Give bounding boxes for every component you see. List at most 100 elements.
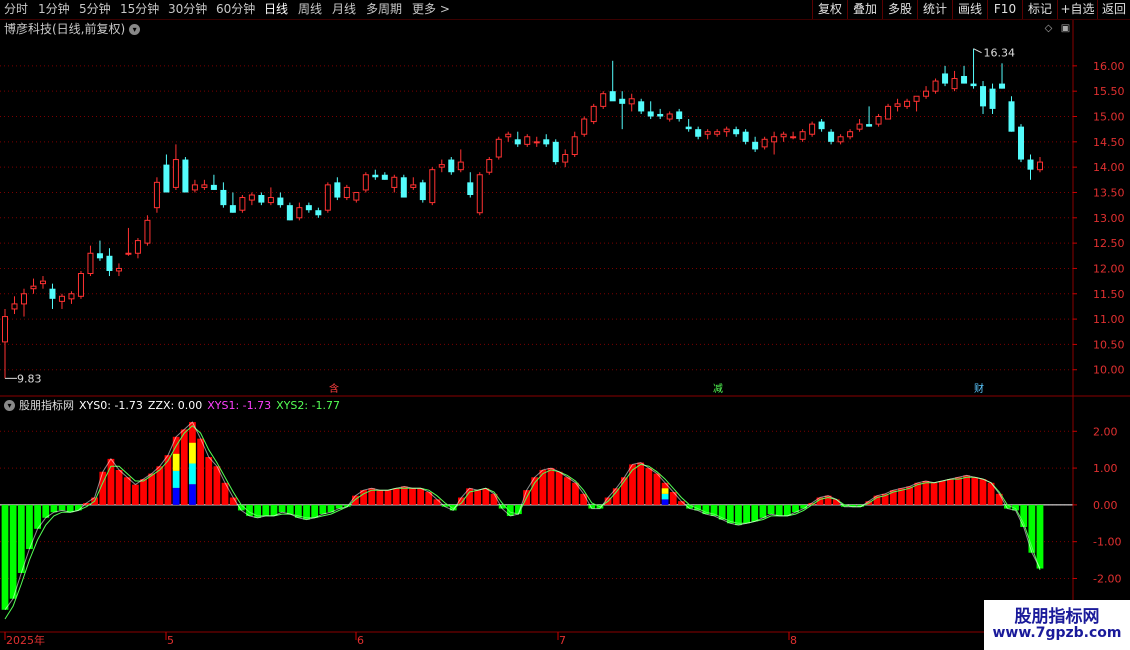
toolbar-button-4[interactable]: 画线	[952, 0, 987, 19]
candle-body	[58, 295, 65, 302]
signal-bar-yellow	[189, 442, 196, 464]
candle-body	[438, 164, 445, 168]
indicator-bar	[653, 473, 661, 505]
indicator-tick-label: 1.00	[1093, 462, 1118, 475]
toolbar-button-0[interactable]: 复权	[812, 0, 847, 19]
period-tab-10[interactable]: 更多 >	[412, 0, 450, 19]
indicator-bar	[417, 488, 425, 505]
indicator-bar	[580, 493, 587, 505]
indicator-bar	[645, 468, 653, 505]
indicator-bar	[278, 504, 286, 513]
candle-body	[761, 138, 768, 148]
indicator-bar	[66, 504, 74, 513]
indicator-bar	[140, 479, 147, 505]
indicator-bar	[1, 504, 9, 610]
candle-body	[932, 80, 939, 92]
indicator-header: ▾ 股朋指标网 XYS0: -1.73 ZZX: 0.00 XYS1: -1.73 XYS…	[4, 398, 340, 414]
xys2-line	[4, 425, 1041, 620]
watermark: 股朋指标网 www.7gpzb.com	[984, 600, 1130, 650]
candle-body	[87, 252, 94, 275]
toolbar-button-7[interactable]: +自选	[1057, 0, 1097, 19]
period-tab-0[interactable]: 分时	[4, 0, 28, 19]
candle-body	[96, 253, 103, 259]
period-tab-9[interactable]: 多周期	[366, 0, 402, 19]
signal-bar-blue	[172, 487, 180, 505]
signal-bar-yellow	[661, 488, 669, 494]
candle-body	[571, 136, 578, 155]
toolbar-button-2[interactable]: 多股	[882, 0, 917, 19]
candle-body	[533, 141, 540, 144]
indicator-bar	[205, 457, 213, 505]
candle-body	[752, 141, 759, 150]
candle-body	[191, 184, 198, 191]
candle-body	[733, 129, 740, 135]
indicator-bar	[539, 469, 547, 505]
toolbar-button-6[interactable]: 标记	[1022, 0, 1057, 19]
indicator-bar	[123, 477, 131, 505]
date-label: 6	[357, 634, 364, 647]
candle-body	[476, 174, 483, 214]
candle-body	[799, 131, 806, 140]
candle-body	[875, 116, 882, 125]
candle-body	[970, 83, 977, 87]
candle-body	[590, 105, 597, 123]
indicator-name: 股朋指标网	[19, 399, 74, 412]
xys1-line	[4, 421, 1041, 611]
indicator-bar	[50, 504, 58, 513]
indicator-bar	[392, 488, 400, 505]
candle-body	[305, 205, 312, 211]
period-tab-7[interactable]: 周线	[298, 0, 322, 19]
candle-body	[657, 113, 664, 117]
candle-body	[286, 205, 293, 221]
candle-body	[391, 176, 398, 188]
toolbar-button-3[interactable]: 统计	[917, 0, 952, 19]
signal-bar-blue	[661, 499, 669, 505]
candle-body	[790, 136, 797, 139]
candle-body	[562, 153, 569, 163]
price-tick-label: 13.00	[1093, 212, 1125, 225]
candle-body	[372, 174, 379, 178]
period-tab-5[interactable]: 60分钟	[216, 0, 255, 19]
candle-body	[1027, 159, 1034, 170]
chevron-down-icon[interactable]: ▾	[4, 400, 15, 411]
indicator-bar	[922, 480, 930, 505]
candle-body	[989, 88, 996, 109]
candle-body	[172, 159, 179, 188]
candle-body	[723, 128, 730, 133]
indicator-bar	[971, 477, 979, 505]
period-tab-3[interactable]: 15分钟	[120, 0, 159, 19]
candle-body	[619, 98, 626, 104]
period-tab-6[interactable]: 日线	[264, 0, 288, 19]
candle-body	[343, 186, 350, 199]
candle-body	[353, 191, 360, 201]
candle-body	[362, 174, 369, 191]
period-tab-4[interactable]: 30分钟	[168, 0, 207, 19]
indicator-tick-label: 0.00	[1093, 499, 1118, 512]
candle-body	[638, 101, 645, 112]
candle-body	[2, 316, 8, 343]
period-tab-1[interactable]: 1分钟	[38, 0, 70, 19]
candle-body	[77, 273, 84, 297]
period-tab-2[interactable]: 5分钟	[79, 0, 111, 19]
candle-body	[818, 121, 825, 130]
chart-canvas[interactable]: 16.00 15.50 15.00 14.50 14.00 13.50 13.00 12.50…	[0, 20, 1130, 650]
signal-bar-yellow	[172, 453, 180, 471]
candle-body	[904, 100, 911, 107]
signal-bar-cyan	[189, 463, 196, 485]
candle-body	[30, 285, 37, 290]
toolbar-button-5[interactable]: F10	[987, 0, 1022, 19]
candle-body	[714, 131, 721, 135]
toolbar-button-8[interactable]: 返回	[1097, 0, 1130, 19]
period-tab-8[interactable]: 月线	[332, 0, 356, 19]
candle-body	[514, 139, 521, 145]
indicator-bar	[384, 490, 392, 505]
watermark-url: www.7gpzb.com	[992, 625, 1122, 641]
candle-body	[296, 207, 303, 219]
candle-body	[467, 182, 474, 196]
xys0-value: XYS0: -1.73	[79, 399, 143, 412]
high-marker-arrow	[973, 48, 982, 54]
toolbar-button-1[interactable]: 叠加	[847, 0, 882, 19]
candle-body	[942, 73, 949, 84]
candle-body	[961, 75, 968, 84]
candle-body	[524, 136, 531, 145]
